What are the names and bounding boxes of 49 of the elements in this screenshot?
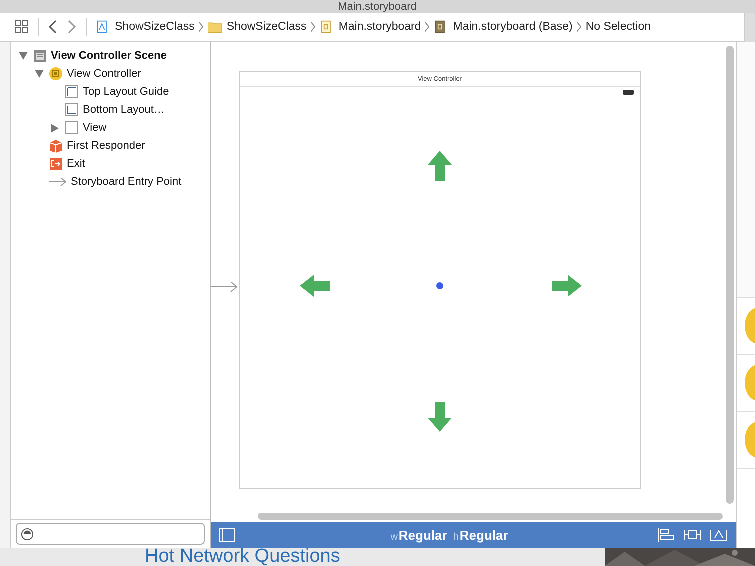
folder-icon — [208, 20, 222, 34]
grid-icon[interactable] — [15, 20, 29, 34]
breadcrumb-item[interactable]: Main.storyboard (Base) — [453, 21, 573, 33]
size-class-button[interactable]: wRegular hRegular — [235, 528, 658, 542]
left-arrow-icon — [300, 275, 330, 297]
controller-icon — [49, 67, 63, 81]
arrow-icon — [49, 175, 67, 189]
breadcrumb-item[interactable]: ShowSizeClass — [226, 21, 307, 33]
outline-item[interactable]: Storyboard Entry Point — [71, 176, 182, 188]
sidebar-icon[interactable] — [219, 528, 235, 542]
chevron-icon — [576, 22, 582, 32]
align-icon[interactable] — [658, 528, 676, 542]
document-icon — [96, 20, 110, 34]
breadcrumb-item[interactable]: No Selection — [586, 21, 652, 33]
back-icon[interactable] — [48, 20, 58, 34]
up-arrow-icon — [428, 151, 452, 181]
entry-arrow — [211, 282, 239, 292]
outline-item[interactable]: Top Layout Guide — [83, 86, 170, 98]
page-heading: Hot Network Questions — [145, 548, 340, 566]
layout-guide-icon — [65, 85, 79, 99]
forward-icon[interactable] — [67, 20, 77, 34]
view-icon — [65, 121, 79, 135]
down-arrow-icon — [428, 402, 452, 432]
vertical-scrollbar[interactable] — [726, 46, 734, 504]
exit-icon — [49, 157, 63, 171]
window-title: Main.storyboard — [338, 1, 417, 13]
outline-item[interactable]: View Controller Scene — [51, 50, 167, 62]
chevron-icon — [198, 22, 204, 32]
horizontal-scrollbar[interactable] — [258, 513, 723, 520]
breadcrumb-item[interactable]: ShowSizeClass — [115, 21, 195, 33]
outline-item[interactable]: View Controller — [67, 68, 142, 80]
resolve-icon[interactable] — [710, 528, 728, 542]
outline-item[interactable]: Exit — [67, 158, 86, 170]
chevron-icon — [310, 22, 316, 32]
pin-icon[interactable] — [684, 528, 702, 542]
right-arrow-icon — [552, 275, 582, 297]
document-icon — [320, 20, 334, 34]
layout-guide-icon — [65, 103, 79, 117]
outline-item[interactable]: View — [83, 122, 107, 134]
center-dot — [436, 282, 444, 290]
filter-icon — [21, 528, 34, 540]
filter-field[interactable] — [16, 523, 205, 545]
scene-icon — [33, 49, 47, 63]
cube-icon — [49, 139, 63, 153]
battery-icon — [623, 90, 635, 95]
breadcrumb-item[interactable]: Main.storyboard — [338, 21, 422, 33]
outline-item[interactable]: Bottom Layout… — [83, 104, 165, 116]
chevron-icon — [425, 22, 430, 32]
outline-item[interactable]: First Responder — [67, 140, 146, 152]
